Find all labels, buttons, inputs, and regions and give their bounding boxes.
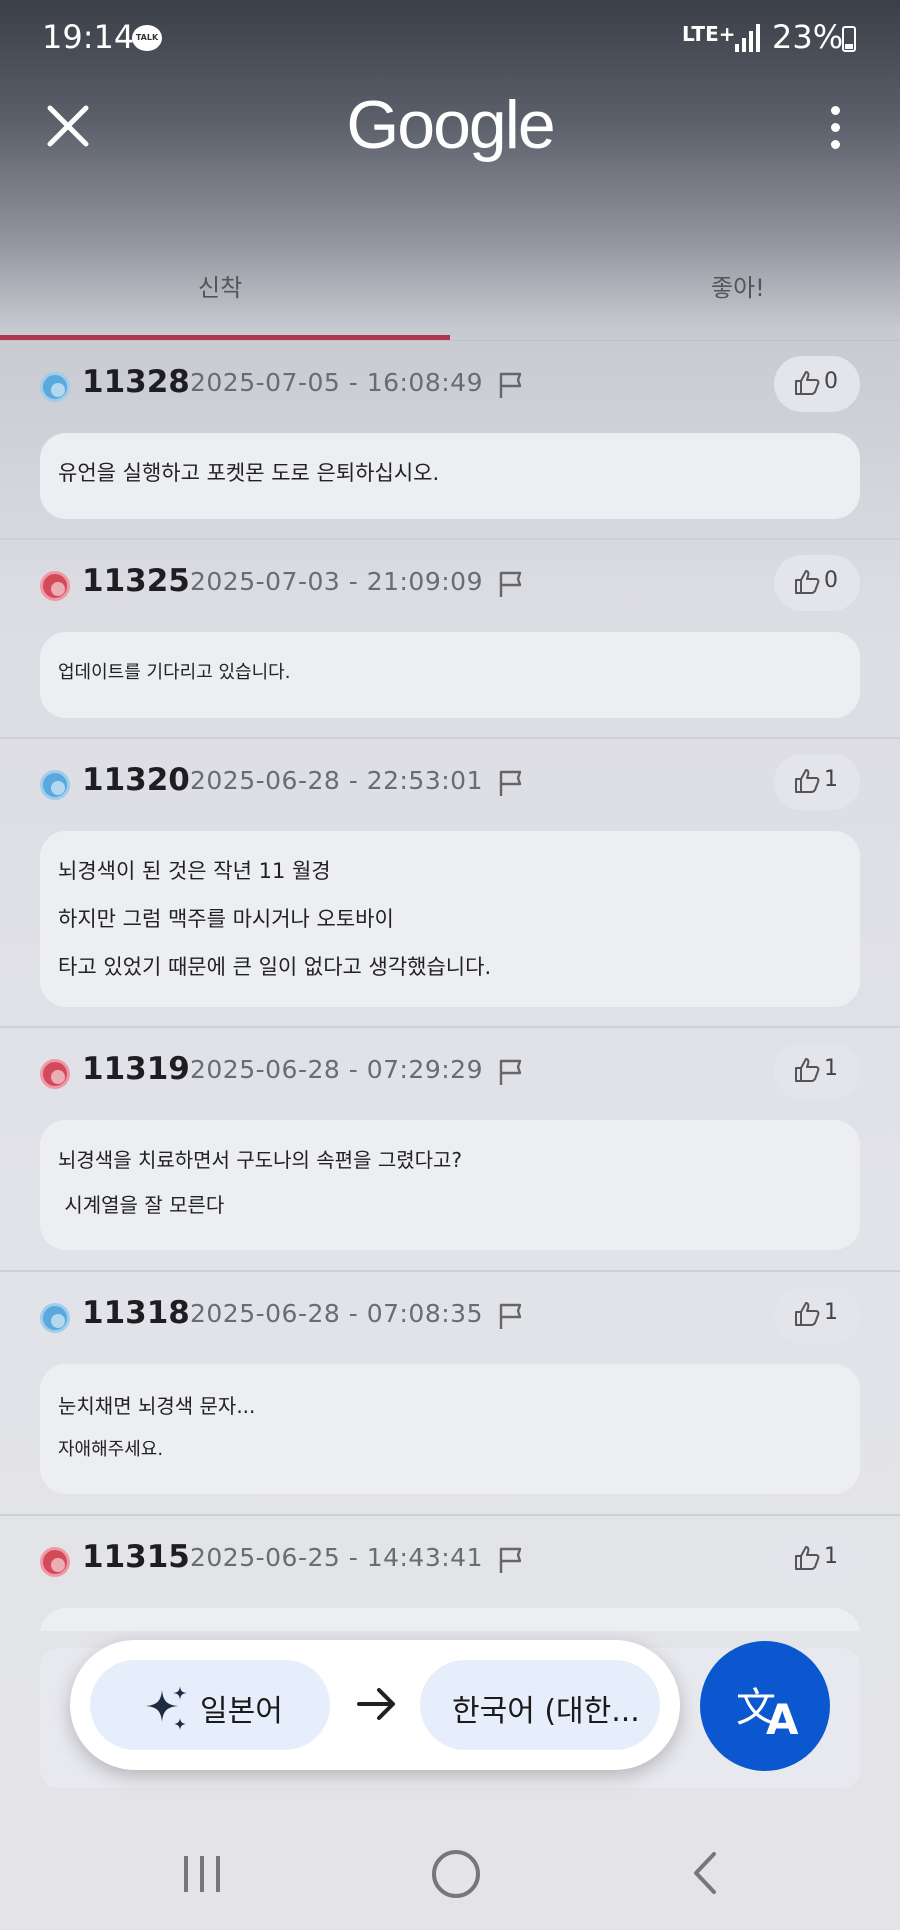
comment-bubble: 뇌경색이 된 것은 작년 11 월경 하지만 그럼 맥주를 마시거나 오토바이 … [40,831,860,1007]
thumbs-up-icon [795,1058,820,1082]
comment-text-line: 하지만 그럼 맥주를 마시거나 오토바이 [58,907,394,931]
flag-icon[interactable] [498,769,524,797]
comment-item: 11318 2025-06-28 - 07:08:35 1 눈치채면 뇌경색 문… [0,1272,900,1516]
comment-item: 11315 2025-06-25 - 14:43:41 1 [0,1516,900,1631]
comment-bubble: 업데이트를 기다리고 있습니다. [40,632,860,718]
recent-apps-icon[interactable] [180,1852,226,1896]
arrow-right-icon [357,1688,395,1720]
like-button[interactable]: 1 [774,1531,860,1587]
target-language-button[interactable]: 한국어 (대한... [420,1660,660,1750]
status-time: 19:14 [42,18,135,56]
comment-item: 11319 2025-06-28 - 07:29:29 1 뇌경색을 치료하면서… [0,1028,900,1272]
comment-header: 11328 2025-07-05 - 16:08:49 0 [40,341,860,421]
home-icon[interactable] [432,1850,480,1898]
comment-number: 11318 [82,1295,190,1331]
comment-number: 11319 [82,1051,190,1087]
sparkle-icon [146,1686,187,1730]
battery-percent: 23% [772,18,844,56]
comment-date: 2025-07-03 - 21:09:09 [190,567,483,596]
thumbs-up-icon [795,1302,820,1326]
like-count: 1 [824,767,838,792]
comment-item: 11320 2025-06-28 - 22:53:01 1 뇌경색이 된 것은 … [0,739,900,1028]
comment-date: 2025-06-28 - 22:53:01 [190,766,483,795]
thumbs-up-icon [795,769,820,793]
comment-text-line: 뇌경색이 된 것은 작년 11 월경 [58,859,331,883]
comment-item: 11325 2025-07-03 - 21:09:09 0 업데이트를 기다리고… [0,540,900,739]
comment-header: 11325 2025-07-03 - 21:09:09 0 [40,540,860,620]
system-navigation-bar [0,1820,900,1930]
network-type: LTE+ [682,22,736,46]
comment-number: 11325 [82,563,190,599]
comment-date: 2025-06-28 - 07:08:35 [190,1299,483,1328]
thumbs-up-icon [795,371,820,395]
comment-header: 11320 2025-06-28 - 22:53:01 1 [40,739,860,819]
like-count: 1 [824,1056,838,1081]
tab-liked[interactable]: 좋아! [711,268,765,303]
comment-bubble: 유언을 실행하고 포켓몬 도로 은퇴하십시오. [40,433,860,519]
comment-number: 11315 [82,1539,190,1575]
comment-date: 2025-07-05 - 16:08:49 [190,368,483,397]
comment-date: 2025-06-28 - 07:29:29 [190,1055,483,1084]
top-bar: Google [0,78,900,178]
comment-text-line: 타고 있었기 때문에 큰 일이 없다고 생각했습니다. [58,955,492,979]
comment-text: 업데이트를 기다리고 있습니다. [58,662,291,683]
comment-text-line: 시계열을 잘 모른다 [58,1193,225,1217]
comment-text-line: 눈치채면 뇌경색 문자... [58,1394,256,1418]
flag-icon[interactable] [498,1058,524,1086]
language-selector: 일본어 한국어 (대한... [70,1640,680,1770]
comment-bubble [40,1608,860,1631]
like-button[interactable]: 0 [774,356,860,412]
like-count: 0 [824,568,838,593]
thumbs-up-icon [795,1546,820,1570]
back-icon[interactable] [690,1850,720,1896]
target-language-label: 한국어 (대한... [452,1694,640,1729]
flag-icon[interactable] [498,570,524,598]
flag-icon[interactable] [498,1302,524,1330]
like-button[interactable]: 1 [774,1043,860,1099]
avatar[interactable] [40,1547,70,1577]
thumbs-up-icon [795,570,820,594]
talk-notification-icon: TALK [132,25,162,51]
comment-list[interactable]: 11328 2025-07-05 - 16:08:49 0 유언을 실행하고 포… [0,341,900,1631]
comment-item: 11328 2025-07-05 - 16:08:49 0 유언을 실행하고 포… [0,341,900,540]
like-count: 1 [824,1544,838,1569]
comment-text-line: 뇌경색을 치료하면서 구도나의 속편을 그렸다고? [58,1148,463,1172]
flag-icon[interactable] [498,1546,524,1574]
google-logo: Google [346,87,555,163]
source-language-button[interactable]: 일본어 [90,1660,330,1750]
comment-header: 11315 2025-06-25 - 14:43:41 1 [40,1516,860,1596]
translate-icon-letter: A [766,1695,799,1744]
translate-button[interactable]: 文 A [700,1641,830,1771]
comment-date: 2025-06-25 - 14:43:41 [190,1543,483,1572]
avatar[interactable] [40,770,70,800]
comment-text: 유언을 실행하고 포켓몬 도로 은퇴하십시오. [58,461,440,485]
avatar[interactable] [40,372,70,402]
like-count: 1 [824,1300,838,1325]
avatar[interactable] [40,1303,70,1333]
source-language-label: 일본어 [200,1694,283,1729]
more-vert-icon[interactable] [820,98,850,158]
comment-bubble: 눈치채면 뇌경색 문자... 자애해주세요. [40,1364,860,1494]
flag-icon[interactable] [498,371,524,399]
avatar[interactable] [40,1059,70,1089]
like-button[interactable]: 0 [774,555,860,611]
comment-text-line: 자애해주세요. [58,1439,164,1460]
comment-number: 11320 [82,762,190,798]
comment-header: 11318 2025-06-28 - 07:08:35 1 [40,1272,860,1352]
battery-icon [842,26,856,52]
like-button[interactable]: 1 [774,754,860,810]
like-button[interactable]: 1 [774,1287,860,1343]
tab-new[interactable]: 신착 [198,268,242,303]
comment-header: 11319 2025-06-28 - 07:29:29 1 [40,1028,860,1108]
comment-number: 11328 [82,364,190,400]
avatar[interactable] [40,571,70,601]
signal-icon [735,24,760,52]
comment-bubble: 뇌경색을 치료하면서 구도나의 속편을 그렸다고? 시계열을 잘 모른다 [40,1120,860,1250]
status-bar: 19:14 TALK LTE+ 23% [0,0,900,78]
tab-bar: 신착 좋아! [0,240,900,341]
like-count: 0 [824,369,838,394]
